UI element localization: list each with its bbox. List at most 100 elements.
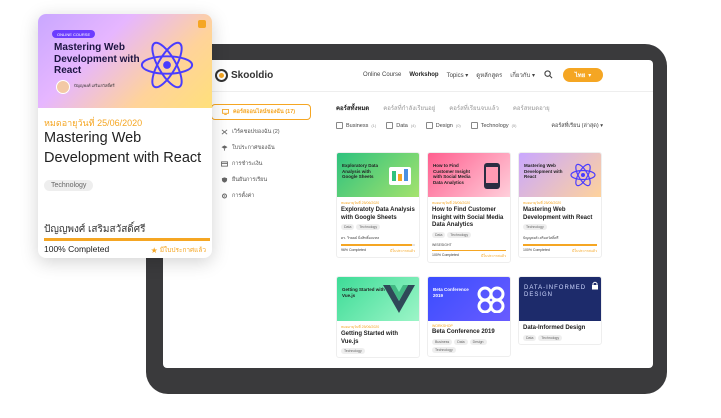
filter-design[interactable]: Design (0) bbox=[425, 122, 461, 129]
course-thumbnail: Exploratory Data Analysis with Google Sh… bbox=[337, 153, 419, 197]
thumbnail-instructor: ปัญญพงศ์ เสริมสวัสดิ์ศรี bbox=[74, 83, 115, 88]
nav-browse-courses[interactable]: ดูหลักสูตร bbox=[476, 70, 502, 80]
course-title: How to Find Customer Insight with Social… bbox=[432, 207, 504, 228]
tab-expired[interactable]: คอร์สหมดอายุ bbox=[513, 103, 550, 113]
filter-technology[interactable]: Technology (5) bbox=[470, 122, 516, 129]
nav-about-label: เกี่ยวกับ bbox=[510, 73, 531, 79]
sidebar-item-label: ยืนยันการเรียน bbox=[232, 177, 268, 183]
progress-fill bbox=[432, 249, 506, 251]
brand-name: Skooldio bbox=[231, 70, 274, 81]
course-instructor: WISESIGHT bbox=[432, 242, 452, 247]
course-tag: Technology bbox=[538, 334, 563, 341]
shield-icon bbox=[221, 177, 228, 183]
thumbnail-title: Mastering Web Development with React bbox=[54, 42, 140, 76]
brand-logo[interactable]: Skooldio bbox=[215, 69, 273, 82]
course-type-badge: ONLINE COURSE bbox=[52, 30, 96, 38]
course-expiry: หมดอายุวันที่ 25/06/2020 bbox=[341, 201, 380, 205]
filter-count: (0) bbox=[455, 123, 461, 128]
featured-course-card[interactable]: ONLINE COURSE Mastering Web Development … bbox=[38, 14, 212, 258]
thumbnail-title: How to Find Customer Insight with Social… bbox=[433, 163, 471, 185]
nav-online-course[interactable]: Online Course bbox=[363, 72, 401, 78]
nav-workshop[interactable]: Workshop bbox=[409, 72, 438, 78]
course-card[interactable]: DATA-INFORMED DESIGN Data-Informed Desig… bbox=[518, 276, 602, 345]
sidebar-item-payment[interactable]: การชำระเงิน bbox=[211, 156, 311, 172]
filter-count: (1) bbox=[371, 123, 377, 128]
checkbox[interactable] bbox=[386, 122, 394, 129]
certificate-icon bbox=[221, 145, 228, 151]
thumbnail-title: DATA-INFORMED DESIGN bbox=[524, 285, 587, 298]
course-thumbnail: DATA-INFORMED DESIGN bbox=[519, 277, 601, 321]
thumbnail-title: Exploratory Data Analysis with Google Sh… bbox=[342, 163, 379, 179]
nav-topics[interactable]: Topics ▾ bbox=[447, 72, 469, 79]
course-card[interactable]: Beta Conference 2019 WORKSHOP Beta Confe… bbox=[427, 276, 511, 357]
certificate-status[interactable]: ★ มีใบประกาศแล้ว bbox=[151, 245, 206, 255]
progress-text: 100% Completed bbox=[523, 247, 550, 252]
course-instructor: ปัญญพงศ์ เสริมสวัสดิ์ศรี bbox=[44, 224, 146, 235]
spreadsheet-illustration bbox=[389, 167, 411, 185]
progress-text: 100% Completed bbox=[44, 244, 110, 254]
chevron-down-icon: ▾ bbox=[588, 72, 592, 79]
sidebar-item-workshops[interactable]: เวิร์คชอปของฉัน (2) bbox=[211, 124, 311, 140]
stage: Skooldio Online Course Workshop Topics ▾… bbox=[0, 0, 721, 418]
checkbox[interactable] bbox=[470, 122, 478, 129]
course-card[interactable]: Getting Started with Vue.js หมดอายุวันที… bbox=[336, 276, 420, 358]
course-instructor: ปัญญพงศ์ เสริมสวัสดิ์ศรี bbox=[523, 236, 559, 240]
topic-filters: Business (1) Data (4) Design (0) Technology… bbox=[336, 122, 603, 129]
nav-about[interactable]: เกี่ยวกับ ▾ bbox=[510, 70, 535, 80]
progress-bar bbox=[341, 244, 415, 246]
course-title: Data-Informed Design bbox=[523, 325, 586, 331]
tab-all[interactable]: คอร์สทั้งหมด bbox=[336, 103, 369, 113]
sidebar-item-label: การตั้งค่า bbox=[232, 193, 255, 199]
tab-in-progress[interactable]: คอร์สที่กำลังเรียนอยู่ bbox=[383, 103, 435, 113]
sidebar-item-verify[interactable]: ยืนยันการเรียน bbox=[211, 172, 311, 188]
checkbox[interactable] bbox=[425, 122, 433, 129]
language-label: ไทย bbox=[574, 73, 586, 79]
certificate-status: มีใบประกาศแล้ว bbox=[481, 254, 506, 258]
checkbox[interactable] bbox=[336, 122, 343, 129]
sidebar-item-label: คอร์สออนไลน์ของฉัน (17) bbox=[233, 109, 296, 115]
sidebar-item-label: ใบประกาศของฉัน bbox=[232, 145, 275, 151]
course-title: Getting Started with Vue.js bbox=[341, 331, 398, 345]
course-tag: Business bbox=[432, 338, 453, 345]
certificate-status: มีใบประกาศแล้ว bbox=[390, 248, 415, 253]
course-thumbnail: How to Find Customer Insight with Social… bbox=[428, 153, 510, 197]
sort-dropdown[interactable]: คอร์สที่เรียน (ล่าสุด) ▾ bbox=[551, 122, 603, 130]
card-icon bbox=[221, 161, 228, 167]
course-tag: Data bbox=[454, 338, 468, 345]
language-button[interactable]: ไทย ▾ bbox=[563, 68, 603, 82]
course-title: Beta Conference 2019 bbox=[432, 329, 495, 335]
tab-completed[interactable]: คอร์สที่เรียนจบแล้ว bbox=[449, 103, 499, 113]
course-tabs: คอร์สทั้งหมด คอร์สที่กำลังเรียนอยู่ คอร์… bbox=[336, 100, 603, 116]
star-icon: ★ bbox=[150, 245, 158, 255]
monitor-icon bbox=[222, 109, 229, 115]
course-tag: Data bbox=[341, 224, 355, 230]
course-card[interactable]: How to Find Customer Insight with Social… bbox=[427, 152, 511, 263]
featured-thumbnail: ONLINE COURSE Mastering Web Development … bbox=[38, 14, 212, 108]
course-expiry: หมดอายุวันที่ 25/06/2020 bbox=[432, 201, 471, 205]
course-tag: Technology bbox=[523, 224, 547, 230]
thumbnail-title: Mastering Web Development with React bbox=[524, 163, 563, 179]
progress-bar bbox=[432, 249, 506, 251]
course-tag: Design bbox=[469, 338, 487, 345]
filter-business[interactable]: Business (1) bbox=[336, 122, 376, 129]
course-card[interactable]: Exploratory Data Analysis with Google Sh… bbox=[336, 152, 420, 258]
course-title: Exploratoty Data Analysis with Google Sh… bbox=[341, 207, 415, 221]
thumbnail-title: Beta Conference 2019 bbox=[433, 287, 469, 298]
logo-icon bbox=[215, 69, 228, 82]
sidebar-item-certificates[interactable]: ใบประกาศของฉัน bbox=[211, 140, 311, 156]
course-instructor: ดร. วิรยยย์ มิ่งสิทธิ์มณฑล bbox=[341, 236, 380, 240]
nav-topics-label: Topics bbox=[446, 72, 464, 79]
filter-label: Business bbox=[346, 122, 369, 129]
sidebar-item-my-courses[interactable]: คอร์สออนไลน์ของฉัน (17) bbox=[211, 104, 311, 120]
course-expiry: หมดอายุวันที่ 25/06/2020 bbox=[523, 201, 562, 205]
thumbnail-title: Getting Started with Vue.js bbox=[342, 287, 385, 298]
course-card[interactable]: Mastering Web Development with React หมด… bbox=[518, 152, 602, 258]
filter-data[interactable]: Data (4) bbox=[386, 122, 416, 129]
sidebar-item-settings[interactable]: การตั้งค่า bbox=[211, 188, 311, 204]
course-tag: Technology bbox=[341, 348, 365, 354]
gear-icon bbox=[222, 193, 227, 199]
course-tag: Technology bbox=[44, 180, 94, 191]
filter-count: (4) bbox=[410, 123, 416, 128]
search-icon[interactable] bbox=[544, 70, 553, 79]
app-screen: Skooldio Online Course Workshop Topics ▾… bbox=[163, 60, 653, 368]
